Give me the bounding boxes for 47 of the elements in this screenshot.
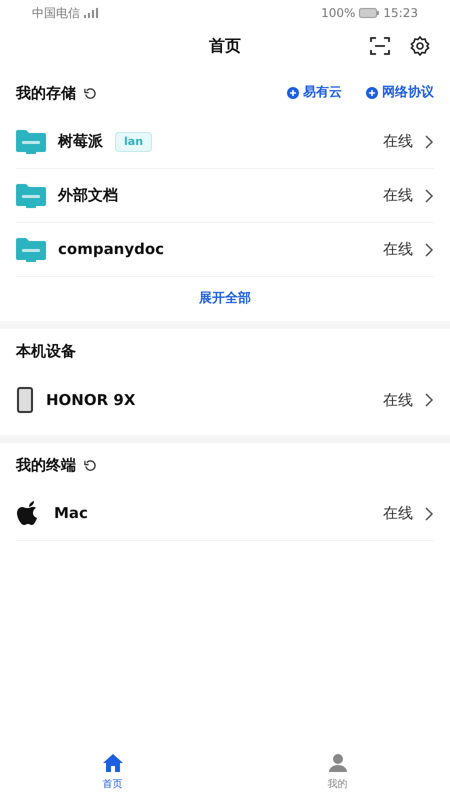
list-row[interactable]: Mac 在线 [16, 487, 434, 541]
chevron-icon [425, 134, 434, 148]
section-title: 本机设备 [16, 340, 76, 362]
list-row[interactable]: 树莓派 lan 在线 [16, 115, 434, 169]
folder-icon [16, 182, 46, 208]
settings-icon[interactable] [410, 36, 430, 56]
signal-icon [84, 8, 98, 18]
item-name: companydoc [58, 239, 164, 260]
battery-text: 100% [321, 4, 356, 22]
plus-icon [287, 87, 299, 99]
chevron-icon [425, 242, 434, 256]
tab[interactable]: 我的 [225, 745, 450, 800]
person-icon [328, 753, 348, 773]
item-name: HONOR 9X [46, 390, 136, 411]
add-link[interactable]: 网络协议 [366, 83, 434, 103]
section-title: 我的存储 [16, 82, 76, 104]
status-text: 在线 [383, 131, 413, 152]
list-row[interactable]: HONOR 9X 在线 [16, 373, 434, 427]
battery-icon [359, 8, 380, 18]
item-name: 树莓派 [58, 131, 103, 152]
tab[interactable]: 首页 [0, 745, 225, 800]
status-text: 在线 [383, 503, 413, 524]
item-name: 外部文档 [58, 185, 118, 206]
carrier-text: 中国电信 [32, 4, 80, 22]
list-row[interactable]: 外部文档 在线 [16, 169, 434, 223]
plus-icon [366, 87, 378, 99]
phone-icon [16, 386, 34, 414]
refresh-icon[interactable] [84, 86, 97, 100]
chevron-icon [425, 393, 434, 407]
chevron-icon [425, 188, 434, 202]
chevron-icon [425, 506, 434, 520]
item-name: Mac [54, 503, 88, 524]
refresh-icon[interactable] [84, 458, 97, 472]
list-row[interactable]: companydoc 在线 [16, 223, 434, 277]
page-title: 首页 [209, 35, 241, 57]
scan-icon[interactable] [370, 37, 390, 55]
status-text: 在线 [383, 239, 413, 260]
item-tag: lan [115, 132, 152, 152]
section-title: 我的终端 [16, 454, 76, 476]
folder-icon [16, 128, 46, 154]
expand-all-link[interactable]: 展开全部 [199, 289, 251, 309]
folder-icon [16, 236, 46, 262]
time-text: 15:23 [383, 4, 418, 22]
status-text: 在线 [383, 185, 413, 206]
home-icon [102, 753, 124, 773]
add-link[interactable]: 易有云 [287, 83, 342, 103]
status-text: 在线 [383, 390, 413, 411]
